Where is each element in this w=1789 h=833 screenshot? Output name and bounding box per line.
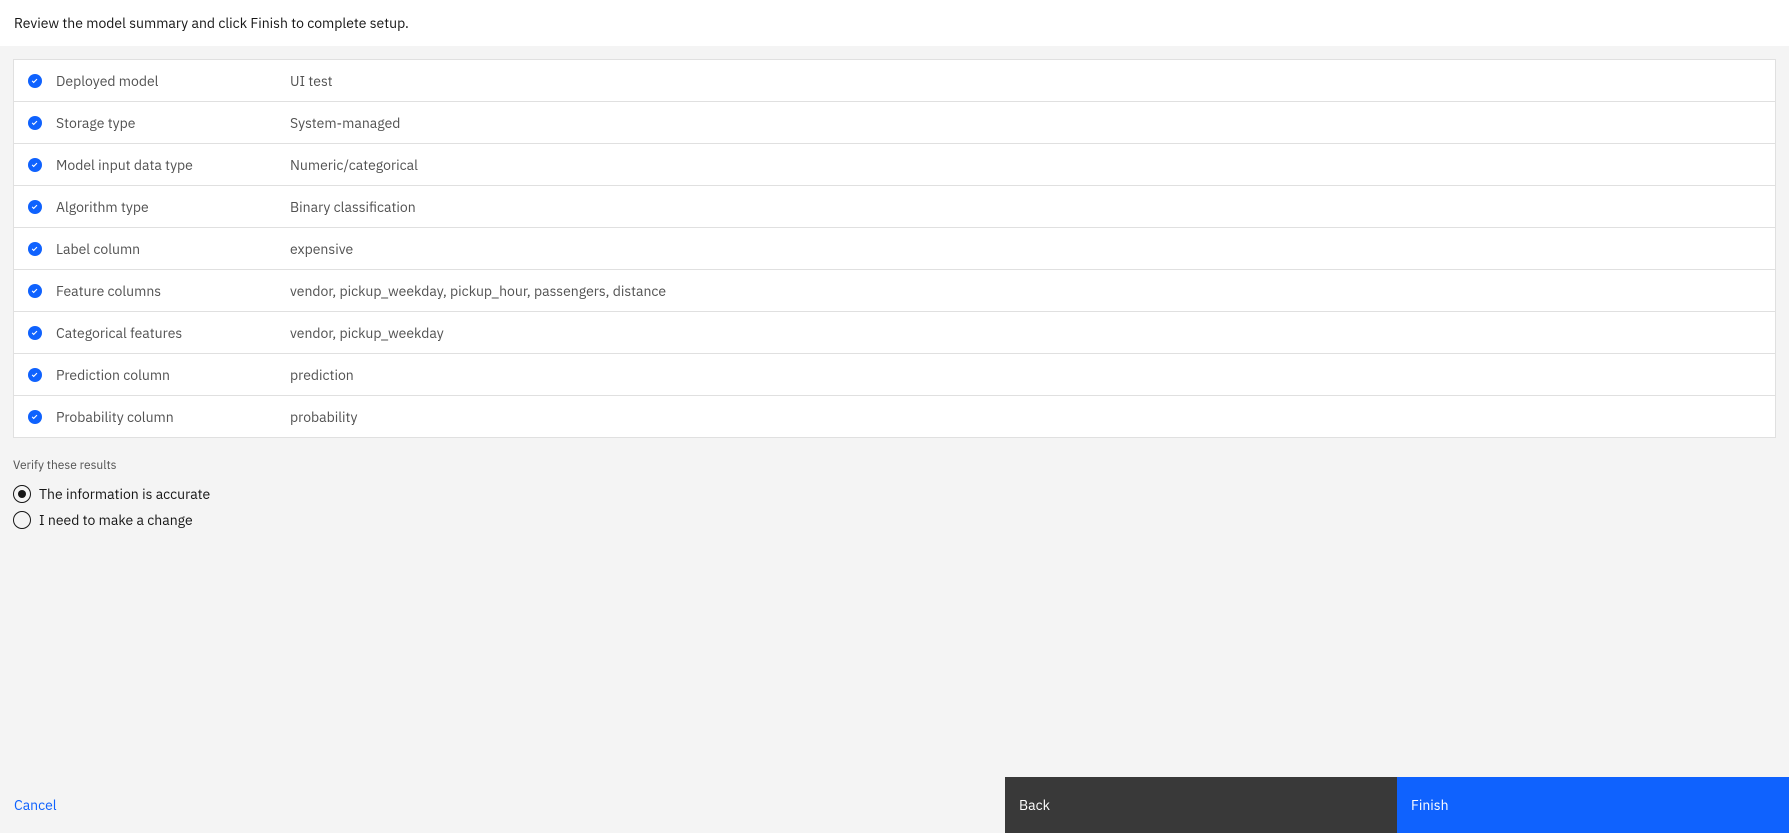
summary-value: vendor, pickup_weekday (290, 324, 444, 342)
main-content: Deployed modelUI testStorage typeSystem-… (0, 46, 1789, 777)
summary-label: Storage type (56, 114, 290, 132)
summary-row: Model input data typeNumeric/categorical (14, 144, 1775, 186)
check-icon (28, 326, 42, 340)
summary-value: Numeric/categorical (290, 156, 418, 174)
summary-value: UI test (290, 72, 333, 90)
summary-row: Categorical featuresvendor, pickup_weekd… (14, 312, 1775, 354)
radio-accurate[interactable]: The information is accurate (13, 481, 1776, 507)
check-icon (28, 368, 42, 382)
summary-row: Storage typeSystem-managed (14, 102, 1775, 144)
summary-value: prediction (290, 366, 354, 384)
summary-label: Model input data type (56, 156, 290, 174)
check-icon (28, 116, 42, 130)
summary-value: System-managed (290, 114, 400, 132)
cancel-button[interactable]: Cancel (0, 777, 1005, 833)
check-icon (28, 74, 42, 88)
radio-label: I need to make a change (39, 511, 193, 529)
summary-row: Prediction columnprediction (14, 354, 1775, 396)
check-icon (28, 284, 42, 298)
summary-label: Algorithm type (56, 198, 290, 216)
check-icon (28, 242, 42, 256)
summary-row: Label columnexpensive (14, 228, 1775, 270)
check-icon (28, 158, 42, 172)
summary-value: vendor, pickup_weekday, pickup_hour, pas… (290, 282, 666, 300)
summary-label: Categorical features (56, 324, 290, 342)
summary-list: Deployed modelUI testStorage typeSystem-… (13, 59, 1776, 438)
radio-label: The information is accurate (39, 485, 210, 503)
summary-label: Prediction column (56, 366, 290, 384)
summary-value: probability (290, 408, 357, 426)
finish-button[interactable]: Finish (1397, 777, 1789, 833)
summary-label: Deployed model (56, 72, 290, 90)
check-icon (28, 200, 42, 214)
footer-actions: Cancel Back Finish (0, 777, 1789, 833)
radio-icon (13, 485, 31, 503)
verify-heading: Verify these results (13, 458, 1776, 473)
back-button[interactable]: Back (1005, 777, 1397, 833)
summary-value: Binary classification (290, 198, 416, 216)
summary-label: Label column (56, 240, 290, 258)
summary-row: Algorithm typeBinary classification (14, 186, 1775, 228)
summary-label: Feature columns (56, 282, 290, 300)
check-icon (28, 410, 42, 424)
radio-change[interactable]: I need to make a change (13, 507, 1776, 533)
summary-row: Deployed modelUI test (14, 60, 1775, 102)
radio-icon (13, 511, 31, 529)
verify-section: Verify these results The information is … (0, 438, 1789, 533)
summary-row: Probability columnprobability (14, 396, 1775, 438)
summary-value: expensive (290, 240, 353, 258)
summary-row: Feature columnsvendor, pickup_weekday, p… (14, 270, 1775, 312)
summary-label: Probability column (56, 408, 290, 426)
page-instruction: Review the model summary and click Finis… (0, 0, 1789, 46)
